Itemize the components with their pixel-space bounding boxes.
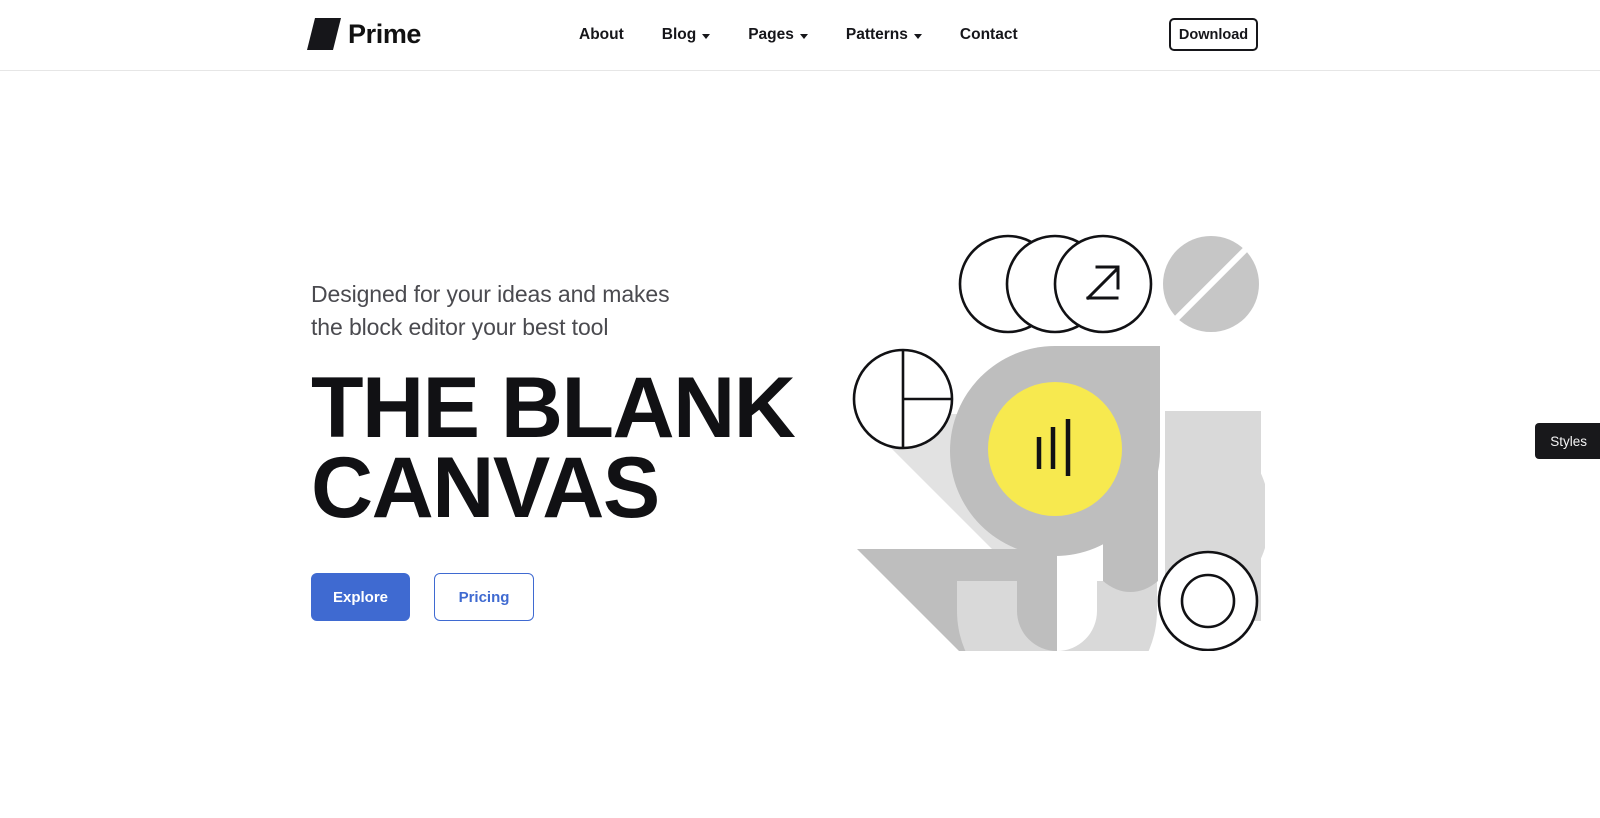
nav-label-contact: Contact (959, 26, 1018, 43)
download-button[interactable]: Download (1169, 18, 1258, 51)
nav-item-patterns[interactable]: Patterns (827, 0, 941, 70)
hero-title-line-2: CANVAS (311, 440, 660, 536)
hero-section: Designed for your ideas and makes the bl… (0, 71, 1600, 818)
hero-subtitle-line-1: Designed for your ideas and makes (311, 281, 670, 307)
site-header: Prime About Blog Pages Patterns Contact … (0, 0, 1600, 71)
nav-label-about: About (579, 26, 624, 43)
quarter-divided-circle-icon (852, 348, 954, 450)
header-inner: Prime About Blog Pages Patterns Contact … (0, 0, 1600, 70)
nav-item-about[interactable]: About (560, 0, 643, 70)
concentric-rings-icon (1157, 550, 1259, 651)
brand-logo[interactable]: Prime (307, 18, 422, 50)
hero-actions: Explore Pricing (311, 573, 831, 621)
nav-label-blog: Blog (661, 26, 697, 43)
chevron-down-icon (913, 33, 922, 39)
hero-subtitle-line-2: the block editor your best tool (311, 314, 609, 340)
nav-label-pages: Pages (748, 26, 794, 43)
hero-subtitle: Designed for your ideas and makes the bl… (311, 278, 831, 344)
overlapping-circles-outline-icon (958, 234, 1153, 334)
prime-logo-mark-icon (307, 18, 341, 50)
chevron-down-icon (799, 33, 808, 39)
page-title: THE BLANK CANVAS (311, 365, 831, 531)
brand-name: Prime (348, 18, 422, 49)
main-navigation: About Blog Pages Patterns Contact (560, 0, 1037, 70)
styles-tab[interactable]: Styles (1535, 423, 1600, 459)
nav-item-blog[interactable]: Blog (643, 0, 729, 70)
hero-illustration (845, 231, 1265, 651)
pricing-button[interactable]: Pricing (434, 573, 534, 621)
hero-copy: Designed for your ideas and makes the bl… (311, 278, 831, 621)
nav-item-pages[interactable]: Pages (729, 0, 827, 70)
chevron-down-icon (702, 33, 711, 39)
nav-label-patterns: Patterns (845, 26, 908, 43)
explore-button[interactable]: Explore (311, 573, 410, 621)
nav-item-contact[interactable]: Contact (941, 0, 1037, 70)
diagonal-split-circle-icon (1163, 236, 1259, 332)
